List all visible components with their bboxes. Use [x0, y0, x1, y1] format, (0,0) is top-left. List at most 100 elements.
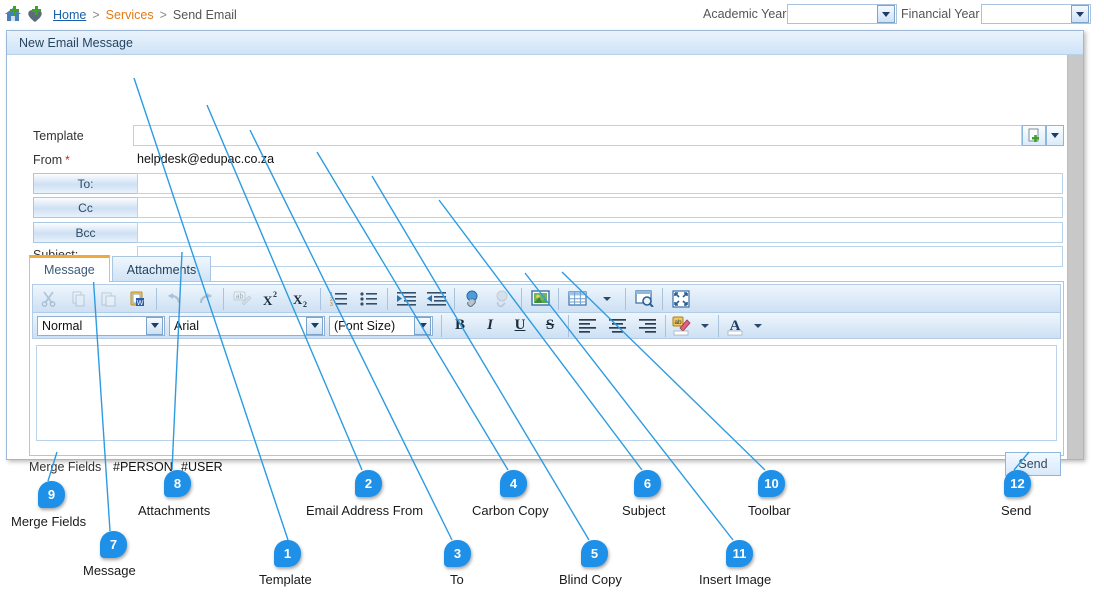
bullet-list-icon[interactable] [354, 286, 384, 312]
paste-icon[interactable] [93, 286, 123, 312]
bold-label: B [454, 317, 465, 333]
callout-label-9: Merge Fields [11, 514, 87, 529]
font-color-dropdown-icon[interactable] [748, 313, 768, 339]
chevron-down-icon[interactable] [306, 316, 323, 335]
chevron-down-icon[interactable] [146, 316, 163, 335]
academic-year-select[interactable] [787, 4, 898, 24]
spell-check-icon[interactable]: ab [227, 286, 257, 312]
svg-text:ab: ab [235, 293, 243, 300]
undo-icon[interactable] [160, 286, 190, 312]
insert-image-icon[interactable] [525, 286, 555, 312]
new-document-plus-icon[interactable] [1022, 125, 1046, 146]
chevron-down-icon[interactable] [414, 316, 431, 335]
outdent-icon[interactable] [421, 286, 451, 312]
callout-marker-3[interactable]: 3 [444, 540, 471, 567]
cc-label: Cc [78, 200, 93, 215]
paste-from-word-icon[interactable]: W [123, 286, 153, 312]
chevron-down-icon[interactable] [1070, 5, 1089, 23]
merge-field-user[interactable]: #USER [181, 460, 223, 474]
editor-content-text [37, 346, 1056, 354]
callout-marker-12[interactable]: 12 [1004, 470, 1031, 497]
callout-marker-9[interactable]: 9 [38, 481, 65, 508]
financial-year-select[interactable] [980, 4, 1091, 24]
numbered-list-icon[interactable]: 123 [324, 286, 354, 312]
preview-icon[interactable] [629, 286, 659, 312]
subscript-icon[interactable]: X2 [287, 286, 317, 312]
academic-year-label: Academic Year [703, 7, 787, 21]
insert-link-icon[interactable] [458, 286, 488, 312]
callout-marker-5[interactable]: 5 [581, 540, 608, 567]
tab-attachments[interactable]: Attachments [111, 256, 212, 282]
to-input[interactable] [137, 173, 1063, 194]
superscript-icon[interactable]: X2 [257, 286, 287, 312]
font-size-value: (Font Size) [334, 318, 396, 333]
bold-button[interactable]: B [445, 313, 475, 339]
align-left-icon[interactable] [572, 313, 602, 339]
highlight-color-dropdown-icon[interactable] [695, 313, 715, 339]
strikethrough-button[interactable]: S [535, 313, 565, 339]
editor-toolbar: W ab X2 X 2 1 2 3 Normal Arial (Font Siz… [30, 282, 1063, 341]
from-value: helpdesk@edupac.co.za [137, 152, 275, 166]
align-right-icon[interactable] [632, 313, 662, 339]
merge-fields-label: Merge Fields [29, 460, 102, 474]
subject-input[interactable] [137, 246, 1063, 267]
breadcrumb: Home > Services > Send Email [53, 8, 237, 22]
heart-plus-icon[interactable] [25, 5, 45, 25]
tab-message[interactable]: Message [29, 255, 110, 282]
merge-fields-row: Merge Fields #PERSON #USER [29, 460, 223, 474]
font-color-icon[interactable]: A [722, 313, 748, 339]
fullscreen-icon[interactable] [666, 286, 696, 312]
cc-input[interactable] [137, 197, 1063, 218]
callout-marker-10[interactable]: 10 [758, 470, 785, 497]
paragraph-style-value: Normal [42, 318, 83, 333]
font-family-select[interactable]: Arial [169, 315, 325, 336]
chevron-down-icon[interactable] [877, 5, 896, 23]
cut-icon[interactable] [33, 286, 63, 312]
callout-marker-6[interactable]: 6 [634, 470, 661, 497]
breadcrumb-services[interactable]: Services [106, 8, 154, 22]
template-input[interactable] [133, 125, 1022, 146]
vertical-scrollbar[interactable] [1067, 55, 1083, 459]
svg-text:X: X [293, 292, 303, 307]
editor-content-area[interactable] [36, 345, 1057, 441]
callout-marker-7[interactable]: 7 [100, 531, 127, 558]
callout-label-12: Send [1001, 503, 1032, 518]
quick-icons [0, 5, 45, 25]
insert-table-icon[interactable] [562, 286, 592, 312]
breadcrumb-separator-2: > [159, 8, 167, 22]
callout-marker-8[interactable]: 8 [164, 470, 191, 497]
highlight-color-icon[interactable]: ab [669, 313, 695, 339]
callout-marker-2[interactable]: 2 [355, 470, 382, 497]
to-button[interactable]: To: [33, 173, 138, 194]
financial-year-group: Financial Year [901, 4, 1091, 24]
breadcrumb-current: Send Email [172, 8, 237, 22]
underline-button[interactable]: U [505, 313, 535, 339]
align-center-icon[interactable] [602, 313, 632, 339]
rich-text-editor: W ab X2 X 2 1 2 3 Normal Arial (Font Siz… [29, 281, 1064, 456]
copy-icon[interactable] [63, 286, 93, 312]
indent-icon[interactable] [391, 286, 421, 312]
font-family-value: Arial [174, 318, 200, 333]
paragraph-style-select[interactable]: Normal [37, 315, 165, 336]
top-navigation-bar: Home > Services > Send Email Academic Ye… [0, 0, 1104, 30]
cc-button[interactable]: Cc [33, 197, 138, 218]
home-plus-icon[interactable] [3, 5, 23, 25]
redo-icon[interactable] [190, 286, 220, 312]
callout-marker-1[interactable]: 1 [274, 540, 301, 567]
font-size-select[interactable]: (Font Size) [329, 315, 433, 336]
tab-attachments-label: Attachments [126, 262, 197, 277]
table-options-dropdown-icon[interactable] [592, 286, 622, 312]
italic-button[interactable]: I [475, 313, 505, 339]
unlink-icon[interactable] [488, 286, 518, 312]
breadcrumb-home[interactable]: Home [53, 8, 86, 22]
callout-marker-4[interactable]: 4 [500, 470, 527, 497]
callout-label-5: Blind Copy [559, 572, 622, 587]
callout-label-7: Message [83, 563, 136, 578]
bcc-input[interactable] [137, 222, 1063, 243]
callout-marker-11[interactable]: 11 [726, 540, 753, 567]
send-button-label: Send [1018, 457, 1048, 471]
to-label: To: [77, 176, 94, 191]
template-dropdown-icon[interactable] [1046, 125, 1064, 146]
bcc-button[interactable]: Bcc [33, 222, 138, 243]
academic-year-group: Academic Year [703, 4, 898, 24]
